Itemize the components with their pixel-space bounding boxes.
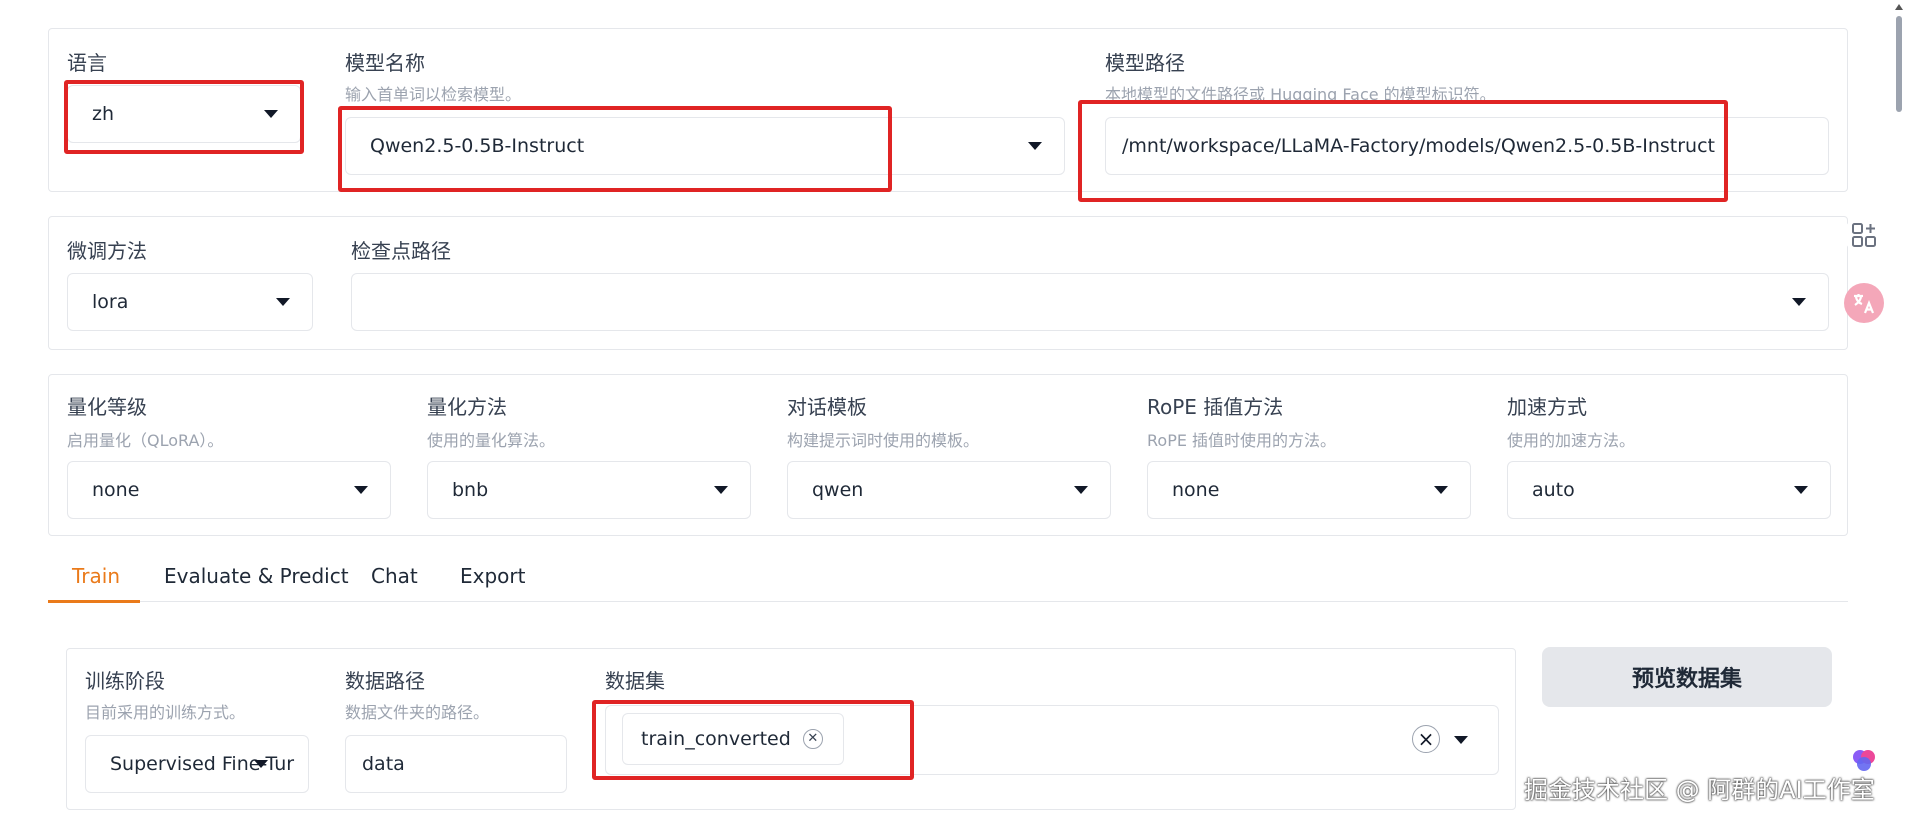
finetune-panel: 微调方法 lora 检查点路径	[48, 216, 1848, 350]
chevron-down-icon	[264, 110, 278, 118]
tab-chat[interactable]: Chat	[371, 564, 418, 588]
dataset-dir-hint: 数据文件夹的路径。	[345, 703, 490, 722]
model-name-value: Qwen2.5-0.5B-Instruct	[370, 135, 585, 157]
rope-hint: RoPE 插值时使用的方法。	[1147, 431, 1337, 450]
dataset-label: 数据集	[605, 669, 665, 693]
dataset-dir-input[interactable]: data	[345, 735, 567, 793]
booster-label: 加速方式	[1507, 395, 1587, 419]
language-label: 语言	[67, 51, 107, 75]
dataset-dir-value: data	[362, 753, 405, 775]
scrollbar[interactable]	[1892, 0, 1906, 120]
model-path-hint: 本地模型的文件路径或 Hugging Face 的模型标识符。	[1105, 85, 1496, 104]
model-name-hint: 输入首单词以检索模型。	[345, 85, 522, 104]
model-path-value: /mnt/workspace/LLaMA-Factory/models/Qwen…	[1122, 135, 1715, 157]
template-select[interactable]: qwen	[787, 461, 1111, 519]
quant-method-value: bnb	[452, 479, 489, 501]
quant-method-hint: 使用的量化算法。	[427, 431, 556, 450]
finetune-method-value: lora	[92, 291, 129, 313]
stage-select[interactable]: Supervised Fine-Tur	[85, 735, 309, 793]
chevron-down-icon	[714, 486, 728, 494]
watermark-text: 掘金技术社区 @ 阿群的AI工作室	[1524, 776, 1875, 804]
chevron-down-icon	[1454, 736, 1468, 744]
chevron-down-icon	[276, 298, 290, 306]
rope-label: RoPE 插值方法	[1147, 395, 1284, 419]
tab-export[interactable]: Export	[460, 564, 525, 588]
tab-evaluate-predict[interactable]: Evaluate & Predict	[164, 564, 349, 588]
language-select[interactable]: zh	[67, 85, 301, 143]
template-hint: 构建提示词时使用的模板。	[787, 431, 980, 450]
quant-bit-value: none	[92, 479, 140, 501]
finetune-method-select[interactable]: lora	[67, 273, 313, 331]
rope-value: none	[1172, 479, 1220, 501]
clear-all-icon[interactable]: ×	[1412, 725, 1440, 753]
model-name-label: 模型名称	[345, 51, 425, 75]
model-panel: 语言 zh 模型名称 输入首单词以检索模型。 Qwen2.5-0.5B-Inst…	[48, 28, 1848, 192]
stage-hint: 目前采用的训练方式。	[85, 703, 246, 722]
tab-train[interactable]: Train	[72, 564, 120, 588]
chevron-down-icon	[1028, 142, 1042, 150]
translate-icon[interactable]	[1844, 283, 1884, 323]
rope-select[interactable]: none	[1147, 461, 1471, 519]
quant-method-label: 量化方法	[427, 395, 507, 419]
chevron-down-icon	[1792, 298, 1806, 306]
checkpoint-label: 检查点路径	[351, 239, 451, 263]
template-label: 对话模板	[787, 395, 867, 419]
booster-select[interactable]: auto	[1507, 461, 1831, 519]
quant-method-select[interactable]: bnb	[427, 461, 751, 519]
preview-dataset-button[interactable]: 预览数据集	[1542, 647, 1832, 707]
language-value: zh	[92, 103, 115, 125]
dataset-chip-label: train_converted	[641, 728, 791, 750]
checkpoint-select[interactable]	[351, 273, 1829, 331]
model-path-label: 模型路径	[1105, 51, 1185, 75]
chevron-down-icon	[1794, 486, 1808, 494]
template-value: qwen	[812, 479, 864, 501]
apps-add-icon[interactable]	[1844, 215, 1884, 255]
chevron-down-icon	[354, 486, 368, 494]
chevron-down-icon	[1434, 486, 1448, 494]
dataset-dir-label: 数据路径	[345, 669, 425, 693]
stage-label: 训练阶段	[85, 669, 165, 693]
quant-bit-hint: 启用量化（QLoRA）。	[67, 431, 224, 450]
remove-chip-icon[interactable]: ✕	[802, 729, 823, 749]
quantization-panel: 量化等级 启用量化（QLoRA）。 none 量化方法 使用的量化算法。 bnb…	[48, 374, 1848, 536]
model-name-select[interactable]: Qwen2.5-0.5B-Instruct	[345, 117, 1065, 175]
quant-bit-label: 量化等级	[67, 395, 147, 419]
tab-bar: Train Evaluate & Predict Chat Export	[48, 556, 1848, 603]
chevron-down-icon	[1074, 486, 1088, 494]
booster-value: auto	[1532, 479, 1575, 501]
quant-bit-select[interactable]: none	[67, 461, 391, 519]
model-path-input[interactable]: /mnt/workspace/LLaMA-Factory/models/Qwen…	[1105, 117, 1829, 175]
chevron-down-icon	[254, 760, 268, 768]
active-tab-indicator	[48, 600, 140, 603]
finetune-method-label: 微调方法	[67, 239, 147, 263]
booster-hint: 使用的加速方法。	[1507, 431, 1636, 450]
dataset-chip[interactable]: train_converted ✕	[622, 713, 844, 765]
